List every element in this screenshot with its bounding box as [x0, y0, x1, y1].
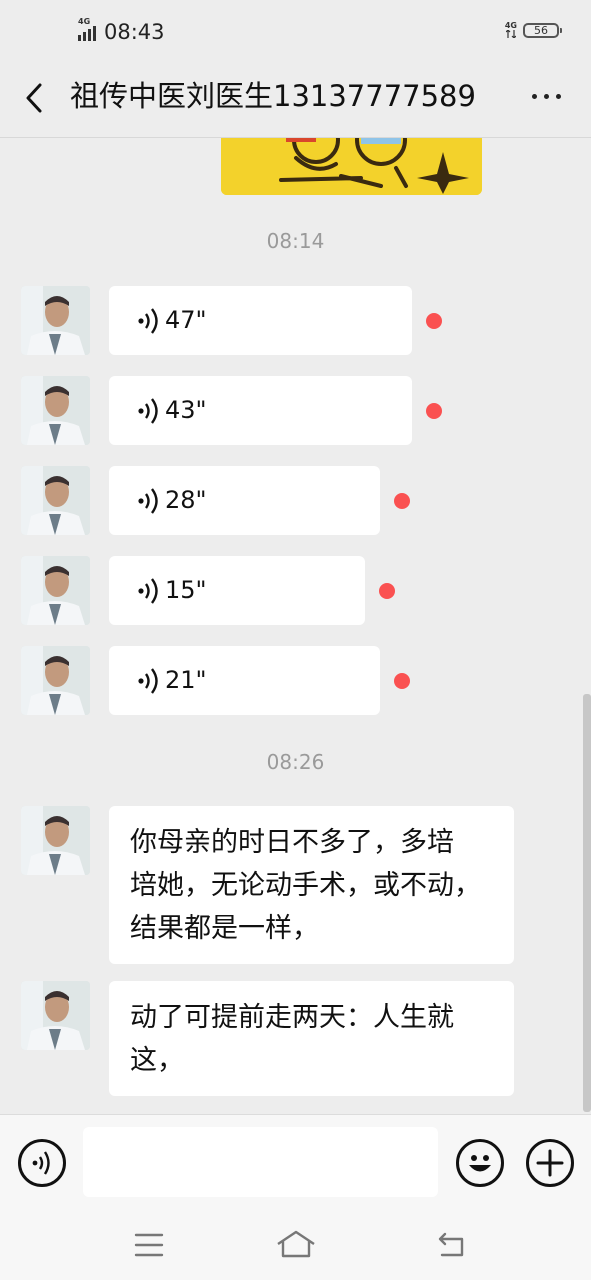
navigation-bar — [0, 1210, 591, 1280]
message-line: 培她，无论动手术，或不动， — [130, 870, 481, 901]
voice-duration: 21" — [165, 666, 207, 694]
input-bar — [0, 1114, 591, 1210]
voice-duration: 28" — [165, 486, 207, 514]
timestamp: 08:26 — [266, 750, 325, 774]
message-line: 这， — [130, 1045, 184, 1076]
avatar-image — [21, 806, 90, 875]
network-type-right: 4G — [504, 21, 517, 30]
image-message[interactable] — [221, 138, 482, 195]
nav-menu-button[interactable] — [134, 1232, 164, 1262]
chevron-left-icon — [26, 83, 42, 113]
voice-input-button[interactable] — [18, 1139, 66, 1187]
chat-title: 祖传中医刘医生13137777589 — [70, 79, 476, 113]
voice-message[interactable]: 43" — [109, 376, 412, 445]
message-input[interactable] — [83, 1127, 438, 1197]
unread-dot — [426, 403, 442, 419]
menu-icon — [134, 1233, 164, 1257]
status-time: 08:43 — [104, 20, 165, 44]
voice-wave-icon — [138, 668, 158, 694]
nav-back-button[interactable] — [436, 1232, 466, 1262]
avatar[interactable] — [21, 466, 90, 535]
voice-wave-icon — [138, 398, 158, 424]
avatar-image — [21, 376, 90, 445]
unread-dot — [394, 673, 410, 689]
voice-duration: 15" — [165, 576, 207, 604]
avatar-image — [21, 286, 90, 355]
message-line: 你母亲的时日不多了，多培 — [130, 827, 454, 858]
chat-header: 祖传中医刘医生13137777589 — [0, 66, 591, 138]
avatar[interactable] — [21, 556, 90, 625]
message-line: 结果都是一样， — [130, 913, 319, 944]
timestamp: 08:14 — [266, 229, 325, 253]
plus-button[interactable] — [526, 1139, 574, 1187]
network-type-left: 4G — [78, 17, 91, 26]
avatar[interactable] — [21, 376, 90, 445]
more-dots-icon — [532, 94, 537, 99]
avatar-image — [21, 556, 90, 625]
sticker-image — [221, 138, 482, 195]
more-button[interactable] — [532, 94, 561, 99]
avatar-image — [21, 981, 90, 1050]
voice-wave-icon — [138, 488, 158, 514]
emoji-icon — [469, 1155, 491, 1172]
emoji-button[interactable] — [456, 1139, 504, 1187]
unread-dot — [394, 493, 410, 509]
avatar[interactable] — [21, 806, 90, 875]
avatar-image — [21, 646, 90, 715]
signal-4g-icon: 4G — [505, 22, 517, 38]
voice-duration: 47" — [165, 306, 207, 334]
plus-icon — [536, 1149, 564, 1177]
avatar-image — [21, 466, 90, 535]
avatar[interactable] — [21, 646, 90, 715]
voice-message[interactable]: 15" — [109, 556, 365, 625]
voice-message[interactable]: 47" — [109, 286, 412, 355]
nav-home-button[interactable] — [276, 1230, 316, 1264]
avatar[interactable] — [21, 286, 90, 355]
signal-icon: 4G — [78, 17, 96, 41]
status-right: 4G 56 — [505, 22, 562, 38]
unread-dot — [426, 313, 442, 329]
status-bar: 4G 08:43 4G 56 — [0, 0, 591, 66]
voice-message[interactable]: 21" — [109, 646, 380, 715]
voice-message[interactable]: 28" — [109, 466, 380, 535]
scrollbar[interactable] — [583, 694, 591, 1112]
voice-wave-icon — [138, 308, 158, 334]
battery-icon: 56 — [523, 22, 562, 38]
home-icon — [277, 1230, 315, 1258]
unread-dot — [379, 583, 395, 599]
message-line: 动了可提前走两天：人生就 — [130, 1002, 454, 1033]
back-button[interactable] — [18, 80, 54, 116]
voice-duration: 43" — [165, 396, 207, 424]
text-message[interactable]: 动了可提前走两天：人生就 这， — [109, 981, 514, 1096]
voice-wave-icon — [138, 578, 158, 604]
battery-level: 56 — [534, 23, 548, 37]
chat-area[interactable]: 08:14 47" 43" 28" 15" 21" 08:26 你母亲的时日不多… — [0, 138, 591, 1114]
voice-input-icon — [32, 1151, 50, 1175]
back-arrow-icon — [438, 1232, 464, 1257]
avatar[interactable] — [21, 981, 90, 1050]
status-left: 4G 08:43 — [78, 17, 165, 44]
text-message[interactable]: 你母亲的时日不多了，多培 培她，无论动手术，或不动， 结果都是一样， — [109, 806, 514, 964]
